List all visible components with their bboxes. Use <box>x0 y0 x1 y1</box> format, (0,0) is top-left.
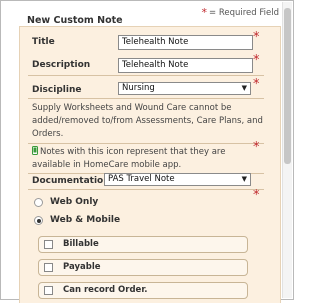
divider <box>28 189 264 190</box>
title-field[interactable] <box>118 35 253 50</box>
vertical-scrollbar[interactable] <box>282 2 292 298</box>
documentation-selected: PAS Travel Note <box>108 174 175 184</box>
title-required-star: * <box>253 30 260 45</box>
discipline-required-star: * <box>253 77 260 92</box>
web-mobile-radio[interactable] <box>34 216 43 225</box>
required-star: * <box>201 6 208 19</box>
divider <box>28 98 264 99</box>
can-record-order-checkbox[interactable] <box>44 286 53 295</box>
web-mobile-label: Web & Mobile <box>50 215 121 225</box>
supply-note: Supply Worksheets and Wound Care cannot … <box>32 103 263 139</box>
documentation-label: Documentation <box>32 176 110 186</box>
form-panel: Title * Description * Discipline Nursing… <box>19 26 281 303</box>
discipline-select[interactable]: Nursing ▼ <box>118 82 251 95</box>
panel-title: New Custom Note <box>27 15 123 26</box>
modal-frame: * = Required Field New Custom Note Title … <box>0 0 294 303</box>
payable-checkbox[interactable] <box>44 263 53 272</box>
divider <box>28 143 264 144</box>
divider <box>28 75 264 76</box>
mobile-note: Notes with this icon represent that they… <box>32 146 264 172</box>
billable-option[interactable]: Billable <box>38 236 248 253</box>
required-legend-text: = Required Field <box>209 8 279 18</box>
scrollbar-thumb[interactable] <box>284 8 291 164</box>
documentation-select[interactable]: PAS Travel Note ▼ <box>104 173 251 186</box>
mobile-icon <box>32 146 38 155</box>
can-record-order-label: Can record Order. <box>63 285 148 295</box>
chevron-down-icon: ▼ <box>241 84 247 92</box>
description-label: Description <box>32 60 91 70</box>
radio-required-star: * <box>253 188 260 203</box>
description-field[interactable] <box>118 58 253 73</box>
description-required-star: * <box>253 53 260 68</box>
billable-label: Billable <box>63 239 99 249</box>
mobile-required-star: * <box>253 140 260 155</box>
discipline-selected: Nursing <box>122 83 155 93</box>
discipline-label: Discipline <box>32 85 82 95</box>
web-only-radio[interactable] <box>34 198 43 207</box>
web-only-label: Web Only <box>50 197 99 207</box>
chevron-down-icon: ▼ <box>241 175 247 183</box>
mobile-note-text: Notes with this icon represent that they… <box>32 147 226 170</box>
can-record-order-option[interactable]: Can record Order. <box>38 282 248 299</box>
billable-checkbox[interactable] <box>44 240 53 249</box>
required-legend: * = Required Field <box>201 5 279 19</box>
payable-label: Payable <box>63 262 101 272</box>
title-label: Title <box>32 37 55 47</box>
payable-option[interactable]: Payable <box>38 259 248 276</box>
